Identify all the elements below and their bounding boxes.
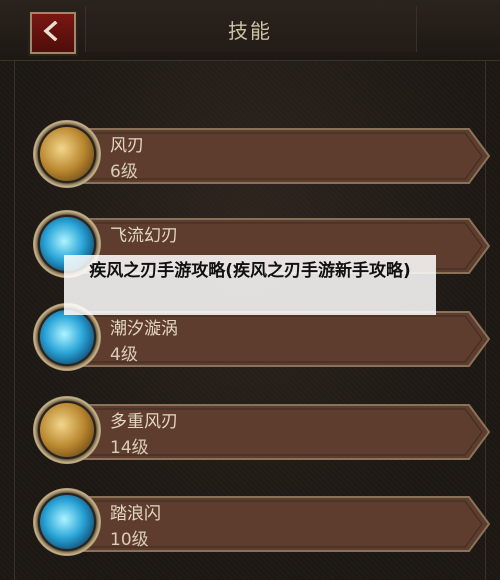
caption-text: 疾风之刃手游攻略(疾风之刃手游新手攻略) — [89, 261, 411, 281]
skill-icon-frame — [33, 120, 101, 188]
skill-icon-frame — [33, 488, 101, 556]
wave-dash-skill-icon — [40, 495, 94, 549]
skill-row-wind-blade[interactable]: 风刃 6级 — [33, 117, 491, 197]
multi-blade-skill-icon — [40, 403, 94, 457]
vortex-skill-icon — [40, 310, 94, 364]
skill-name: 多重风刃 — [110, 412, 178, 432]
skill-name: 潮汐漩涡 — [110, 319, 178, 339]
skill-row-multi-wind-blade[interactable]: 多重风刃 14级 — [33, 393, 491, 473]
skill-level: 6级 — [110, 162, 138, 182]
skill-name: 踏浪闪 — [110, 504, 161, 524]
frame-left — [14, 60, 15, 580]
skill-row-wave-dash[interactable]: 踏浪闪 10级 — [33, 485, 491, 565]
skill-level: 10级 — [110, 530, 149, 550]
skill-level: 4级 — [110, 345, 138, 365]
skill-name: 风刃 — [110, 136, 144, 156]
wind-blade-skill-icon — [40, 127, 94, 181]
chevron-left-icon — [43, 21, 58, 41]
skill-icon-frame — [33, 396, 101, 464]
skill-name: 飞流幻刃 — [110, 226, 178, 246]
skill-level: 14级 — [110, 438, 149, 458]
back-button[interactable] — [30, 12, 76, 54]
header-bar: 技能 — [0, 0, 500, 61]
